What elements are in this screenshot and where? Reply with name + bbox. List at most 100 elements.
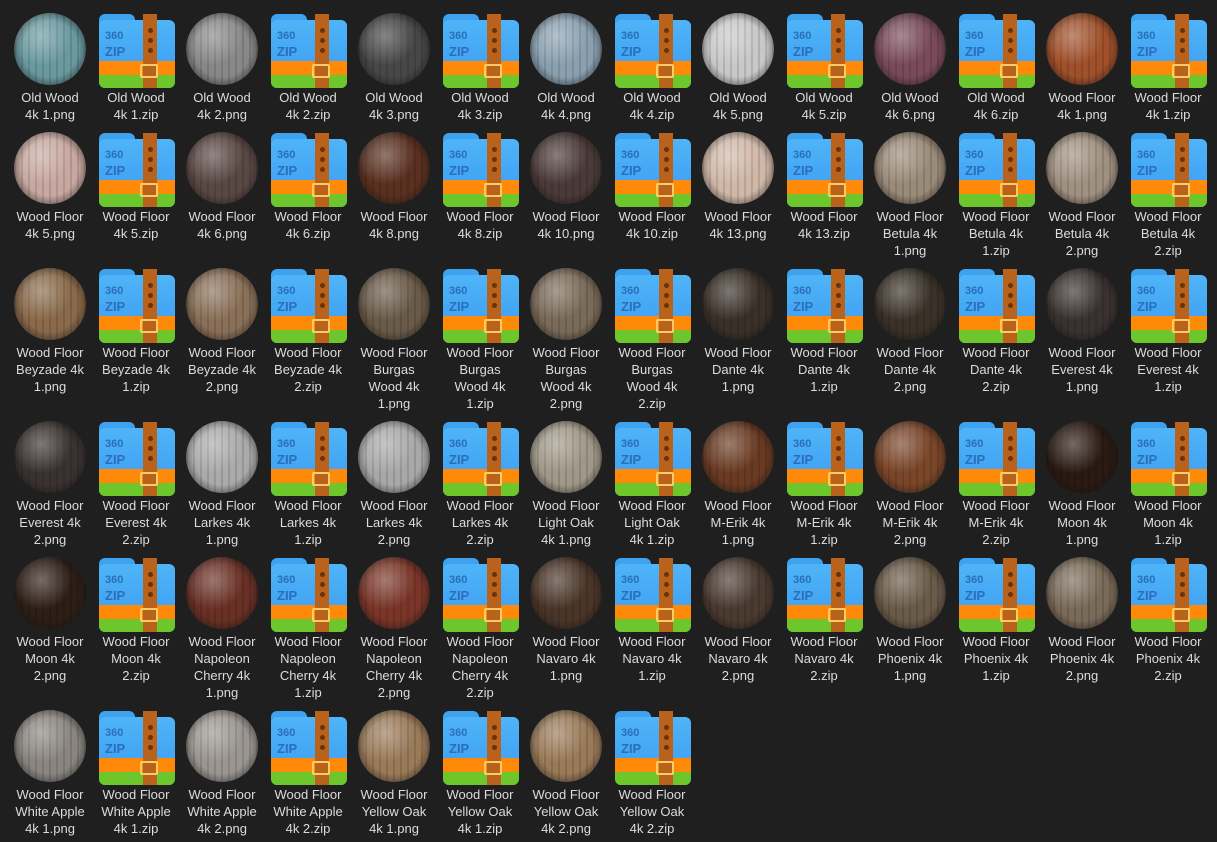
zip-file-item[interactable]: 360 ZIP Wood Floor Phoenix 4k 1.zip (953, 554, 1039, 684)
zip-file-item[interactable]: 360 ZIP Old Wood 4k 2.zip (265, 10, 351, 123)
zip-file-item[interactable]: 360 ZIP Wood Floor Moon 4k 1.zip (1125, 418, 1211, 548)
zip-file-item[interactable]: 360 ZIP Wood Floor Phoenix 4k 2.zip (1125, 554, 1211, 684)
zip-archive-icon: 360 ZIP (957, 129, 1035, 207)
image-file-item[interactable]: Wood Floor Phoenix 4k 2.png (1039, 554, 1125, 684)
zip-archive-icon: 360 ZIP (441, 10, 519, 88)
zip-file-item[interactable]: 360 ZIP Wood Floor M-Erik 4k 2.zip (953, 418, 1039, 548)
zip-icon-brand: 360 (793, 149, 812, 161)
zip-file-item[interactable]: 360 ZIP Wood Floor Everest 4k 2.zip (93, 418, 179, 548)
image-file-item[interactable]: Wood Floor 4k 1.png (1039, 10, 1125, 123)
image-file-item[interactable]: Wood Floor Beyzade 4k 1.png (7, 265, 93, 395)
image-file-item[interactable]: Wood Floor Yellow Oak 4k 1.png (351, 707, 437, 837)
zip-icon-text: ZIP (105, 44, 126, 59)
zip-file-item[interactable]: 360 ZIP Wood Floor Napoleon Cherry 4k 2.zi… (437, 554, 523, 701)
image-file-item[interactable]: Wood Floor White Apple 4k 1.png (7, 707, 93, 837)
image-file-item[interactable]: Old Wood 4k 5.png (695, 10, 781, 123)
zip-file-item[interactable]: 360 ZIP Wood Floor White Apple 4k 2.zip (265, 707, 351, 837)
file-name-label: Wood Floor White Apple 4k 2.png (187, 787, 257, 836)
zip-icon-brand: 360 (965, 438, 984, 450)
zip-file-item[interactable]: 360 ZIP Old Wood 4k 1.zip (93, 10, 179, 123)
image-file-item[interactable]: Wood Floor Dante 4k 1.png (695, 265, 781, 395)
zip-file-item[interactable]: 360 ZIP Wood Floor Dante 4k 1.zip (781, 265, 867, 395)
zip-file-item[interactable]: 360 ZIP Old Wood 4k 4.zip (609, 10, 695, 123)
image-file-item[interactable]: Wood Floor Larkes 4k 2.png (351, 418, 437, 548)
image-file-item[interactable]: Wood Floor 4k 10.png (523, 129, 609, 242)
file-name-label: Wood Floor Burgas Wood 4k 2.png (532, 345, 600, 411)
image-file-item[interactable]: Wood Floor M-Erik 4k 2.png (867, 418, 953, 548)
zip-file-item[interactable]: 360 ZIP Wood Floor Beyzade 4k 2.zip (265, 265, 351, 395)
zip-file-item[interactable]: 360 ZIP Wood Floor 4k 1.zip (1125, 10, 1211, 123)
image-file-item[interactable]: Old Wood 4k 2.png (179, 10, 265, 123)
image-file-item[interactable]: Wood Floor Navaro 4k 1.png (523, 554, 609, 684)
zip-file-item[interactable]: 360 ZIP Wood Floor Betula 4k 1.zip (953, 129, 1039, 259)
file-name-label: Wood Floor Dante 4k 2.png (876, 345, 944, 394)
zip-archive-icon: 360 ZIP (785, 554, 863, 632)
image-file-item[interactable]: Wood Floor Light Oak 4k 1.png (523, 418, 609, 548)
zip-file-item[interactable]: 360 ZIP Wood Floor M-Erik 4k 1.zip (781, 418, 867, 548)
zip-file-item[interactable]: 360 ZIP Wood Floor Betula 4k 2.zip (1125, 129, 1211, 259)
file-name-label: Wood Floor Larkes 4k 1.zip (274, 498, 342, 547)
file-name-label: Old Wood 4k 6.png (881, 90, 939, 122)
zip-file-item[interactable]: 360 ZIP Wood Floor 4k 10.zip (609, 129, 695, 242)
zip-file-item[interactable]: 360 ZIP Wood Floor Yellow Oak 4k 1.zip (437, 707, 523, 837)
image-file-item[interactable]: Wood Floor Beyzade 4k 2.png (179, 265, 265, 395)
file-name-label: Wood Floor Everest 4k 1.png (1048, 345, 1116, 394)
zip-file-item[interactable]: 360 ZIP Wood Floor Burgas Wood 4k 1.zip (437, 265, 523, 412)
zip-file-item[interactable]: 360 ZIP Wood Floor 4k 13.zip (781, 129, 867, 242)
image-file-item[interactable]: Wood Floor White Apple 4k 2.png (179, 707, 265, 837)
image-file-item[interactable]: Wood Floor Yellow Oak 4k 2.png (523, 707, 609, 837)
file-name-label: Wood Floor Navaro 4k 2.png (704, 634, 772, 683)
image-file-item[interactable]: Wood Floor Everest 4k 1.png (1039, 265, 1125, 395)
image-file-item[interactable]: Wood Floor Dante 4k 2.png (867, 265, 953, 395)
image-file-item[interactable]: Wood Floor 4k 5.png (7, 129, 93, 242)
zip-archive-icon: 360 ZIP (269, 129, 347, 207)
file-name-label: Wood Floor 4k 13.zip (790, 209, 858, 241)
image-file-item[interactable]: Wood Floor Moon 4k 1.png (1039, 418, 1125, 548)
zip-file-item[interactable]: 360 ZIP Wood Floor Navaro 4k 1.zip (609, 554, 695, 684)
zip-file-item[interactable]: 360 ZIP Wood Floor 4k 6.zip (265, 129, 351, 242)
image-file-item[interactable]: Old Wood 4k 3.png (351, 10, 437, 123)
image-file-item[interactable]: Wood Floor M-Erik 4k 1.png (695, 418, 781, 548)
zip-file-item[interactable]: 360 ZIP Wood Floor Light Oak 4k 1.zip (609, 418, 695, 548)
image-file-item[interactable]: Wood Floor 4k 13.png (695, 129, 781, 242)
zip-file-item[interactable]: 360 ZIP Wood Floor Dante 4k 2.zip (953, 265, 1039, 395)
image-file-item[interactable]: Wood Floor Everest 4k 2.png (7, 418, 93, 548)
zip-file-item[interactable]: 360 ZIP Wood Floor Moon 4k 2.zip (93, 554, 179, 684)
image-file-item[interactable]: Wood Floor Moon 4k 2.png (7, 554, 93, 684)
zip-file-item[interactable]: 360 ZIP Wood Floor Beyzade 4k 1.zip (93, 265, 179, 395)
texture-thumbnail (355, 10, 433, 88)
material-sphere-preview (530, 13, 602, 85)
zip-file-item[interactable]: 360 ZIP Wood Floor White Apple 4k 1.zip (93, 707, 179, 837)
zip-file-item[interactable]: 360 ZIP Wood Floor Everest 4k 1.zip (1125, 265, 1211, 395)
material-sphere-preview (186, 268, 258, 340)
zip-file-item[interactable]: 360 ZIP Wood Floor Yellow Oak 4k 2.zip (609, 707, 695, 837)
image-file-item[interactable]: Old Wood 4k 4.png (523, 10, 609, 123)
texture-thumbnail (1043, 265, 1121, 343)
zip-file-item[interactable]: 360 ZIP Old Wood 4k 5.zip (781, 10, 867, 123)
image-file-item[interactable]: Wood Floor Napoleon Cherry 4k 2.png (351, 554, 437, 701)
image-file-item[interactable]: Wood Floor Navaro 4k 2.png (695, 554, 781, 684)
zip-file-item[interactable]: 360 ZIP Old Wood 4k 3.zip (437, 10, 523, 123)
image-file-item[interactable]: Wood Floor Napoleon Cherry 4k 1.png (179, 554, 265, 701)
image-file-item[interactable]: Wood Floor Burgas Wood 4k 1.png (351, 265, 437, 412)
file-name-label: Wood Floor Moon 4k 1.zip (1134, 498, 1202, 547)
file-name-label: Old Wood 4k 3.zip (451, 90, 509, 122)
zip-file-item[interactable]: 360 ZIP Old Wood 4k 6.zip (953, 10, 1039, 123)
zip-file-item[interactable]: 360 ZIP Wood Floor 4k 8.zip (437, 129, 523, 242)
image-file-item[interactable]: Wood Floor Phoenix 4k 1.png (867, 554, 953, 684)
zip-file-item[interactable]: 360 ZIP Wood Floor Larkes 4k 2.zip (437, 418, 523, 548)
zip-file-item[interactable]: 360 ZIP Wood Floor Navaro 4k 2.zip (781, 554, 867, 684)
image-file-item[interactable]: Old Wood 4k 6.png (867, 10, 953, 123)
image-file-item[interactable]: Wood Floor 4k 8.png (351, 129, 437, 242)
image-file-item[interactable]: Wood Floor Larkes 4k 1.png (179, 418, 265, 548)
image-file-item[interactable]: Wood Floor Betula 4k 2.png (1039, 129, 1125, 259)
image-file-item[interactable]: Wood Floor 4k 6.png (179, 129, 265, 242)
zip-file-item[interactable]: 360 ZIP Wood Floor Larkes 4k 1.zip (265, 418, 351, 548)
zip-file-item[interactable]: 360 ZIP Wood Floor Napoleon Cherry 4k 1.zi… (265, 554, 351, 701)
zip-archive-icon: 360 ZIP (1129, 418, 1207, 496)
image-file-item[interactable]: Wood Floor Betula 4k 1.png (867, 129, 953, 259)
image-file-item[interactable]: Old Wood 4k 1.png (7, 10, 93, 123)
zip-file-item[interactable]: 360 ZIP Wood Floor 4k 5.zip (93, 129, 179, 242)
zip-file-item[interactable]: 360 ZIP Wood Floor Burgas Wood 4k 2.zip (609, 265, 695, 412)
image-file-item[interactable]: Wood Floor Burgas Wood 4k 2.png (523, 265, 609, 412)
